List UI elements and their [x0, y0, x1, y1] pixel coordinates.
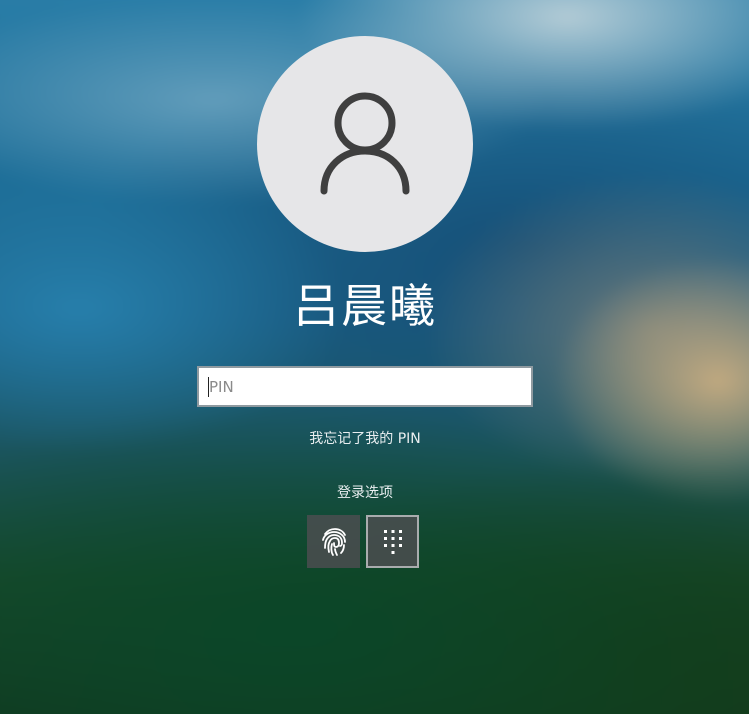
signin-options-label: 登录选项	[337, 485, 393, 501]
pin-field[interactable]	[197, 366, 533, 407]
forgot-pin-link[interactable]: 我忘记了我的 PIN	[0, 428, 730, 448]
lock-screen: 吕晨曦 我忘记了我的 PIN 登录选项	[0, 0, 749, 714]
pin-input[interactable]	[199, 368, 531, 405]
user-silhouette-icon	[320, 92, 410, 195]
pin-signin-button[interactable]	[366, 515, 419, 568]
text-caret	[208, 377, 209, 397]
pin-keypad-icon	[383, 529, 402, 554]
fingerprint-icon	[321, 527, 346, 556]
fingerprint-signin-button[interactable]	[307, 515, 360, 568]
user-avatar	[257, 36, 473, 252]
user-name: 吕晨曦	[293, 279, 437, 333]
